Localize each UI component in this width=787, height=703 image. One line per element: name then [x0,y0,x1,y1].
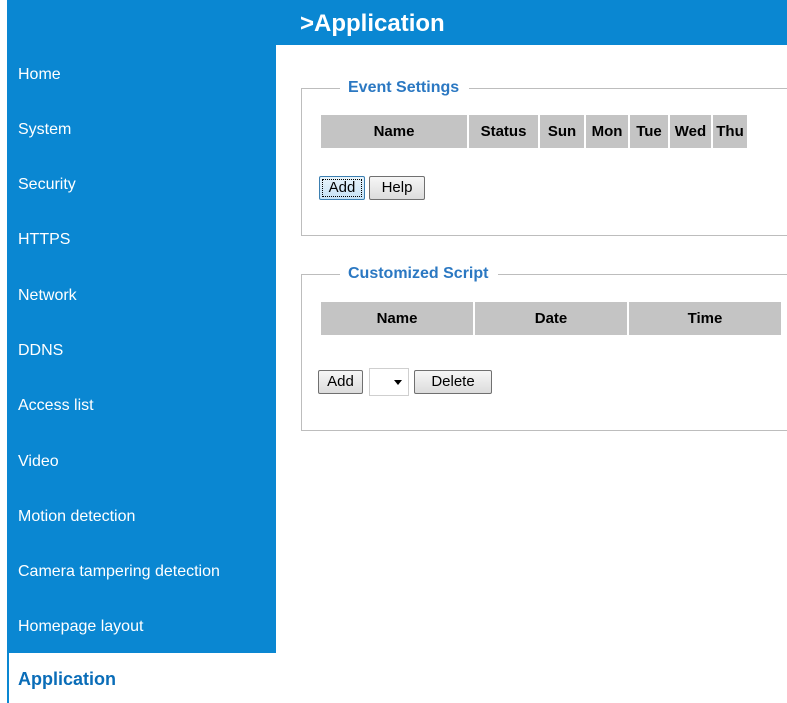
column-header-date: Date [475,302,627,335]
sidebar-item-homepage-layout[interactable]: Homepage layout [18,617,143,637]
script-select[interactable] [369,368,409,396]
column-header-name: Name [321,302,473,335]
column-header-wed: Wed [670,115,711,148]
script-add-button[interactable]: Add [318,370,363,394]
script-delete-button[interactable]: Delete [414,370,492,394]
column-header-sun: Sun [540,115,584,148]
event-help-button[interactable]: Help [369,176,425,200]
sidebar [7,0,276,653]
sidebar-item-network[interactable]: Network [18,286,77,306]
event-add-button[interactable]: Add [319,176,365,200]
page-title: >Application [300,10,445,37]
sidebar-item-https[interactable]: HTTPS [18,230,70,250]
column-header-status: Status [469,115,538,148]
column-header-mon: Mon [586,115,628,148]
customized-script-legend: Customized Script [340,264,499,284]
sidebar-item-application[interactable]: Application [18,669,116,689]
sidebar-active-marker [7,653,9,703]
sidebar-item-home[interactable]: Home [18,65,61,85]
column-header-thu: Thu [713,115,747,148]
sidebar-item-security[interactable]: Security [18,175,76,195]
customized-script-table-header: Name Date Time [321,302,781,335]
chevron-down-icon [394,380,402,385]
page-header: >Application [276,0,787,45]
column-header-time: Time [629,302,781,335]
sidebar-item-motion-detection[interactable]: Motion detection [18,507,135,527]
customized-script-fieldset: Customized Script [301,264,787,431]
event-settings-legend: Event Settings [340,78,470,98]
sidebar-item-camera-tampering-detection[interactable]: Camera tampering detection [18,562,220,582]
column-header-tue: Tue [630,115,668,148]
sidebar-item-ddns[interactable]: DDNS [18,341,63,361]
sidebar-item-system[interactable]: System [18,120,71,140]
sidebar-item-access-list[interactable]: Access list [18,396,94,416]
column-header-name: Name [321,115,467,148]
sidebar-item-video[interactable]: Video [18,452,59,472]
page: Home System Security HTTPS Network DDNS … [0,0,787,703]
event-settings-table-header: Name Status Sun Mon Tue Wed Thu [321,115,747,148]
event-settings-fieldset: Event Settings [301,78,787,236]
